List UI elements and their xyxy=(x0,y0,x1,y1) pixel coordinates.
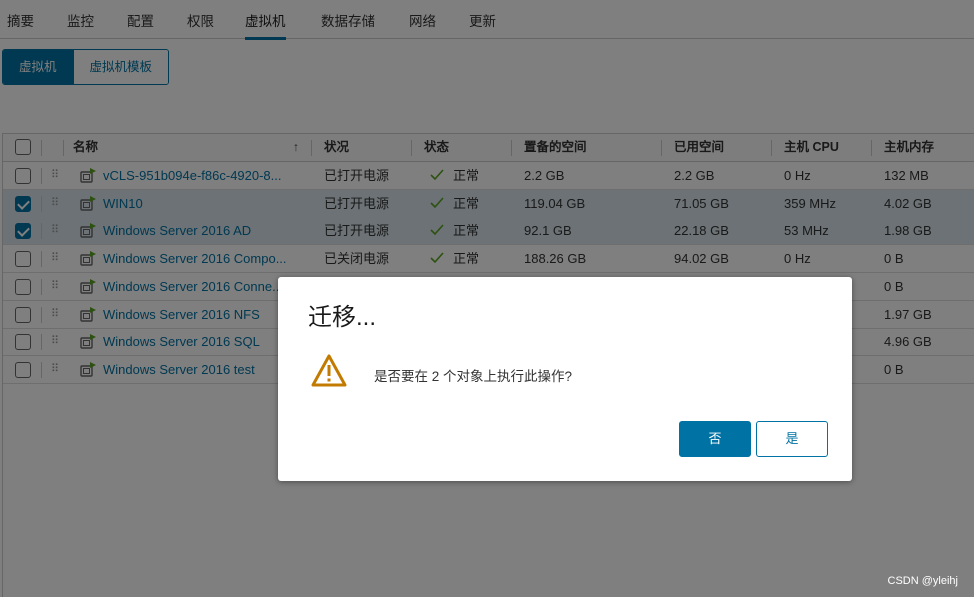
migrate-dialog: 迁移... 是否要在 2 个对象上执行此操作? 否 是 xyxy=(278,277,852,481)
yes-button[interactable]: 是 xyxy=(756,421,828,457)
no-button[interactable]: 否 xyxy=(679,421,751,457)
watermark: CSDN @yleihj xyxy=(887,575,958,587)
dialog-title: 迁移... xyxy=(308,304,377,331)
dialog-message: 是否要在 2 个对象上执行此操作? xyxy=(374,369,573,384)
warning-icon xyxy=(311,354,347,387)
